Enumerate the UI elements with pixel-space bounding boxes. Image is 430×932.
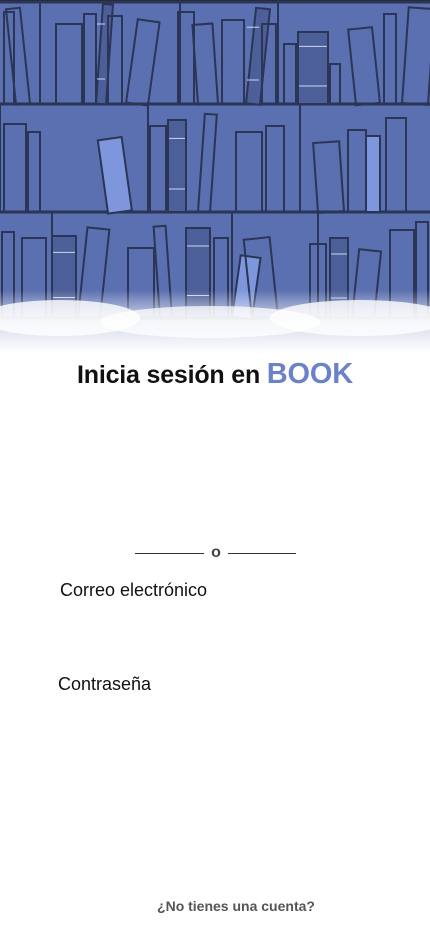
title-prefix: Inicia sesión en — [77, 361, 261, 389]
password-label: Contraseña — [58, 674, 152, 694]
signup-link[interactable]: ¿No tienes una cuenta? — [0, 898, 430, 914]
page-title: Inicia sesión en BOOK — [0, 358, 430, 391]
divider-line-left — [135, 553, 204, 554]
password-field[interactable] — [58, 700, 372, 740]
bookshelf-svg — [0, 0, 430, 380]
divider-line-right — [228, 553, 296, 554]
brand-name: BOOK — [266, 358, 353, 390]
divider-label: o — [211, 544, 221, 561]
or-divider: o — [0, 544, 430, 564]
email-label: Correo electrónico — [60, 580, 208, 600]
bookshelf-illustration — [0, 0, 430, 380]
email-field[interactable] — [58, 606, 372, 646]
